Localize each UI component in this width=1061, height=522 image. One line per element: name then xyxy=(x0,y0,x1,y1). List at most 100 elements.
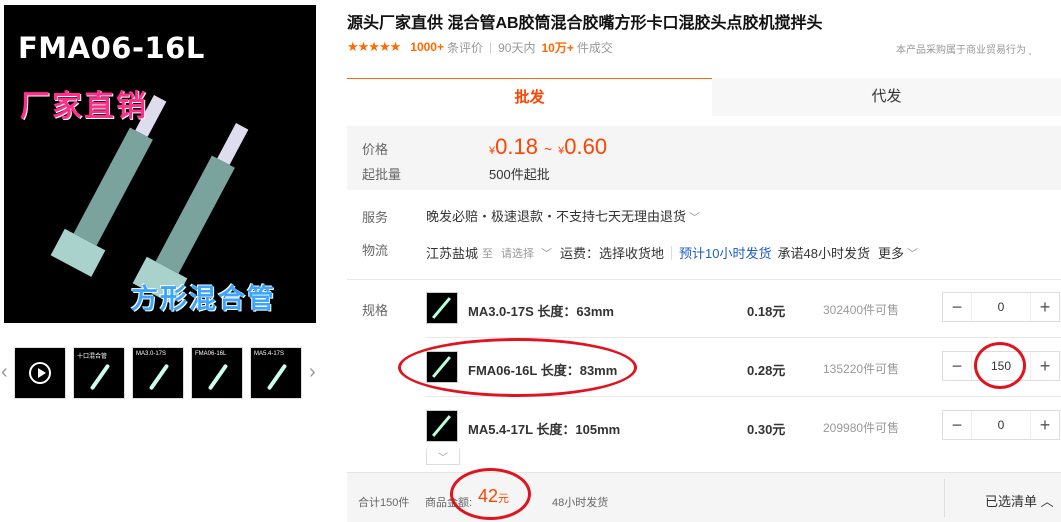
meta-divider: | xyxy=(489,40,493,54)
trade-notice-text: 本产品采购属于商业贸易行为 xyxy=(896,45,1026,56)
sku-thumbnail[interactable] xyxy=(426,351,458,383)
info-icon[interactable]: ¸ xyxy=(1029,45,1032,56)
decrement-button[interactable]: − xyxy=(943,293,971,321)
selected-list-label: 已选清单 xyxy=(985,494,1038,509)
chevron-up-icon: ︿ xyxy=(1040,494,1054,509)
total-quantity: 合计150件 xyxy=(358,497,410,509)
ship-promise: 承诺48小时发货 xyxy=(777,246,870,261)
tube-icon xyxy=(207,363,229,391)
quantity-input[interactable]: 0 xyxy=(971,293,1031,321)
tube-icon xyxy=(431,356,452,378)
deal-count: 10万+ xyxy=(541,40,574,55)
tube-icon xyxy=(431,415,452,437)
more-button[interactable]: 更多 xyxy=(878,243,904,262)
thumbnail-label: MA5.4-17S xyxy=(254,351,285,357)
tube-icon xyxy=(89,363,111,391)
sku-price: 0.30元 xyxy=(747,422,786,437)
trade-notice: 本产品采购属于商业贸易行为 ¸ xyxy=(896,41,1032,56)
thumbnail-image[interactable]: MA3.0-17S xyxy=(132,347,184,399)
sku-name: MA5.4-17L 长度：105mm xyxy=(468,422,621,437)
chevron-down-icon[interactable]: ﹀ xyxy=(689,212,700,224)
play-icon xyxy=(29,362,51,384)
sku-price: 0.28元 xyxy=(747,363,786,378)
price-max: 0.60 xyxy=(564,134,608,159)
thumbnail-label: FMA06-16L xyxy=(195,351,227,357)
service-label: 服务 xyxy=(362,210,389,225)
product-meta: ★★★★★ 1000+ 条评价 | 90天内 10万+ 件成交 xyxy=(347,38,613,56)
decrement-button[interactable]: − xyxy=(943,352,971,380)
thumbnail-image[interactable]: FMA06-16L xyxy=(191,347,243,399)
sku-row: FMA06-16L 长度：83mm 0.28元 135220件可售 − 150 … xyxy=(426,347,1061,387)
product-title: 源头厂家直供 混合管AB胶筒混合胶嘴方形卡口混胶头点胶机搅拌头 xyxy=(347,15,823,32)
sku-name: MA3.0-17S 长度：63mm xyxy=(468,304,614,319)
review-count[interactable]: 1000+ xyxy=(410,40,444,54)
order-summary-bar: 合计150件 商品金额: 42元 48小时发货 已选清单 ︿ xyxy=(347,472,1061,522)
tube-icon xyxy=(266,363,288,391)
collapse-toggle[interactable]: ﹀ xyxy=(426,449,460,465)
ship-to-label: 至 xyxy=(482,247,494,260)
rating-stars-icon: ★★★★★ xyxy=(347,39,401,54)
amount-number: 42 xyxy=(478,486,499,506)
shipping-fee: 运费：选择收货地 xyxy=(560,246,665,261)
quantity-input[interactable]: 0 xyxy=(971,411,1031,439)
main-image-product-code: FMA06-16L xyxy=(18,31,205,65)
footer-ship-time: 48小时发货 xyxy=(552,497,609,509)
deal-period: 90天内 xyxy=(498,40,536,55)
quantity-stepper: − 150 + xyxy=(942,351,1060,381)
destination-select[interactable]: 请选择 xyxy=(501,245,534,261)
decrement-button[interactable]: − xyxy=(943,411,971,439)
quantity-stepper: − 0 + xyxy=(942,292,1060,322)
thumbnail-label: 十口混合管 xyxy=(77,354,108,360)
thumbnail-image[interactable]: MA5.4-17S xyxy=(250,347,302,399)
sku-row: MA5.4-17L 长度：105mm 0.30元 209980件可售 − 0 + xyxy=(426,406,1061,446)
spec-label: 规格 xyxy=(362,303,389,318)
chevron-down-icon: ﹀ xyxy=(438,453,448,464)
tab-dropship[interactable]: 代发 xyxy=(712,78,1061,116)
sku-thumbnail[interactable] xyxy=(426,410,458,442)
row-divider xyxy=(426,396,1061,397)
logistics-info: 江苏盐城 至 请选择 ﹀ 运费：选择收货地 预计10小时发货 承诺48小时发货 … xyxy=(426,243,918,262)
thumbnail-image[interactable]: 十口混合管 xyxy=(73,347,125,399)
quantity-input[interactable]: 150 xyxy=(971,352,1031,380)
min-batch-label: 起批量 xyxy=(362,167,402,182)
increment-button[interactable]: + xyxy=(1031,352,1059,380)
service-text: 晚发必赔・极速退款・不支持七天无理由退货 xyxy=(426,209,687,224)
increment-button[interactable]: + xyxy=(1031,293,1059,321)
selected-list-button[interactable]: 已选清单 ︿ xyxy=(985,491,1054,510)
chevron-down-icon[interactable]: ﹀ xyxy=(541,245,552,261)
chevron-left-icon[interactable]: ‹ xyxy=(1,361,8,384)
thumbnail-label: MA3.0-17S xyxy=(136,351,167,357)
amount-value: 42元 xyxy=(478,486,509,507)
sku-row: MA3.0-17S 长度：63mm 0.18元 302400件可售 − 0 + xyxy=(426,288,1061,328)
price-label: 价格 xyxy=(362,142,389,157)
ship-origin: 江苏盐城 xyxy=(426,246,479,261)
thumbnail-video[interactable] xyxy=(14,347,66,399)
tab-wholesale[interactable]: 批发 xyxy=(347,78,712,116)
sku-thumbnail[interactable] xyxy=(426,292,458,324)
price-panel: 价格 ¥0.18 ~ ¥0.60 起批量 500件起批 xyxy=(347,126,1061,190)
sku-stock: 209980件可售 xyxy=(823,421,900,435)
service-guarantees[interactable]: 晚发必赔・极速退款・不支持七天无理由退货 ﹀ xyxy=(426,206,700,225)
sku-name: FMA06-16L 长度：83mm xyxy=(468,363,618,378)
sku-stock: 302400件可售 xyxy=(823,303,900,317)
logistics-label: 物流 xyxy=(362,243,389,258)
min-batch-value: 500件起批 xyxy=(489,167,550,182)
amount-unit: 元 xyxy=(498,493,510,505)
chevron-right-icon[interactable]: › xyxy=(309,361,316,384)
price-tilde: ~ xyxy=(543,141,553,157)
section-divider xyxy=(347,279,1061,280)
logistics-divider xyxy=(671,245,673,260)
main-product-image[interactable]: FMA06-16L 厂家直销 方形混合管 xyxy=(4,5,316,323)
quantity-stepper: − 0 + xyxy=(942,410,1060,440)
footer-divider xyxy=(944,479,945,517)
purchase-mode-tabs: 批发 代发 xyxy=(347,78,1061,116)
price-range: ¥0.18 ~ ¥0.60 xyxy=(489,134,607,160)
sku-price: 0.18元 xyxy=(747,304,786,319)
row-divider xyxy=(426,337,1061,338)
estimated-ship-time[interactable]: 预计10小时发货 xyxy=(679,243,771,262)
thumbnail-strip: ‹ 十口混合管 MA3.0-17S FMA06-16L MA5.4-17S › xyxy=(0,346,322,400)
chevron-down-icon[interactable]: ﹀ xyxy=(907,245,918,261)
increment-button[interactable]: + xyxy=(1031,411,1059,439)
amount-label: 商品金额: xyxy=(425,497,473,509)
review-label[interactable]: 条评价 xyxy=(447,39,483,56)
